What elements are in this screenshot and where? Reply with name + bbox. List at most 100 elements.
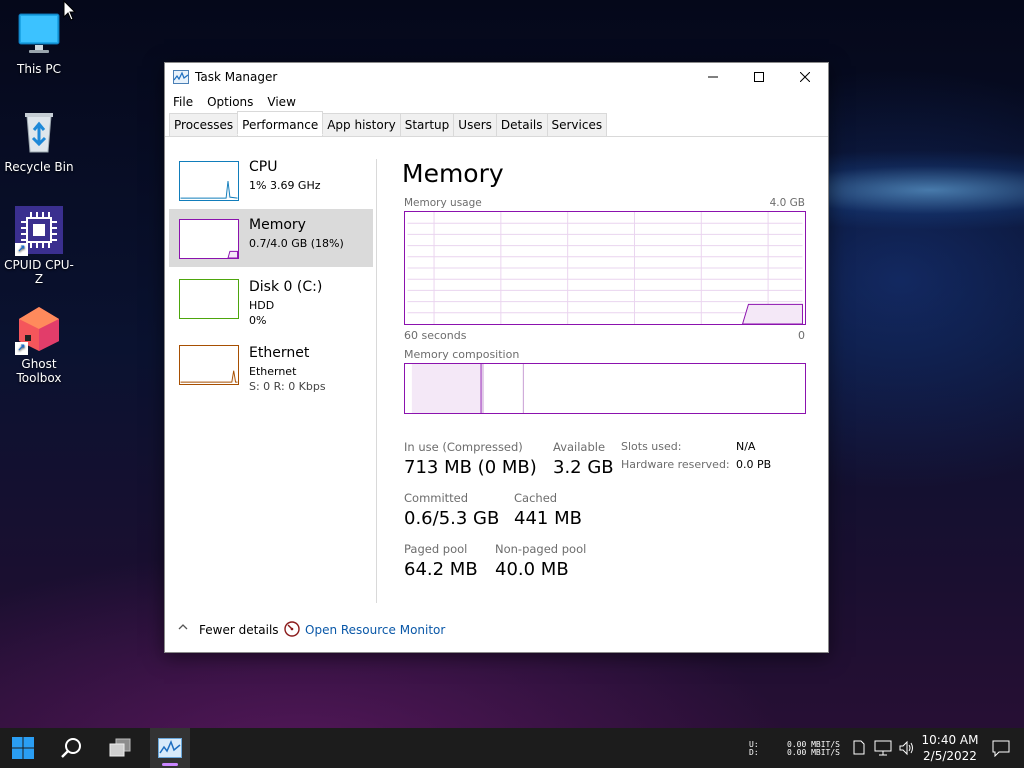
resource-monitor-icon [284, 621, 300, 637]
menu-options[interactable]: Options [207, 95, 253, 109]
paged-pool-value: 64.2 MB [404, 559, 478, 580]
sidebar-item-disk[interactable]: Disk 0 (C:) HDD 0% [169, 277, 373, 335]
graph-time-start: 60 seconds [404, 329, 467, 342]
in-use-label: In use (Compressed) [404, 440, 523, 454]
memory-usage-graph [404, 211, 806, 325]
task-manager-icon [158, 738, 182, 758]
maximize-button[interactable] [736, 63, 782, 91]
cpu-z-icon: ↗ [15, 206, 63, 256]
tab-services[interactable]: Services [546, 113, 608, 136]
recycle-bin-icon [15, 108, 63, 156]
memory-composition-label: Memory composition [404, 348, 520, 361]
maximize-icon [754, 72, 764, 82]
slots-used-value: N/A [736, 440, 756, 453]
minimize-icon [708, 76, 718, 78]
desktop-icon-label: Recycle Bin [4, 160, 74, 174]
task-view-button[interactable] [100, 728, 140, 768]
start-button[interactable] [3, 728, 43, 768]
sidebar-item-ethernet[interactable]: Ethernet Ethernet S: 0 R: 0 Kbps [169, 343, 373, 401]
graph-time-end: 0 [798, 329, 805, 342]
memory-composition-bar [404, 363, 806, 414]
sidebar-item-label: CPU [249, 159, 278, 175]
desktop-icon-this-pc[interactable]: This PC [1, 10, 77, 76]
in-use-value: 713 MB (0 MB) [404, 457, 537, 478]
disk-thumbnail-graph [179, 279, 239, 319]
paged-pool-label: Paged pool [404, 542, 468, 556]
search-button[interactable] [52, 728, 92, 768]
menu-bar: File Options View [165, 91, 828, 113]
sidebar-item-adapter: Ethernet [249, 365, 297, 378]
menu-file[interactable]: File [173, 95, 193, 109]
chevron-up-icon[interactable] [177, 621, 189, 633]
cached-label: Cached [514, 491, 558, 505]
sidebar-item-label: Ethernet [249, 345, 310, 361]
desktop-icon-label: Ghost Toolbox [16, 357, 62, 385]
desktop-icon-ghost-toolbox[interactable]: ↗ Ghost Toolbox [1, 305, 77, 385]
cpu-thumbnail-graph [179, 161, 239, 201]
page-title: Memory [402, 159, 504, 188]
minimize-button[interactable] [690, 63, 736, 91]
net-meter-labels: U: D: [749, 741, 759, 757]
fewer-details-button[interactable]: Fewer details [199, 623, 279, 637]
sd-card-icon[interactable] [853, 740, 865, 755]
close-button[interactable] [782, 63, 828, 91]
shortcut-arrow-icon: ↗ [15, 243, 28, 256]
desktop-icon-cpu-z[interactable]: ↗ CPUID CPU-Z [1, 206, 77, 286]
open-resource-monitor-link[interactable]: Open Resource Monitor [305, 623, 445, 637]
non-paged-pool-label: Non-paged pool [495, 542, 587, 556]
tab-details[interactable]: Details [495, 113, 548, 136]
slots-used-label: Slots used: [621, 440, 682, 453]
close-icon [800, 72, 810, 82]
notification-icon[interactable] [992, 740, 1010, 757]
sidebar-item-memory[interactable]: Memory 0.7/4.0 GB (18%) [169, 209, 373, 267]
memory-details-pane: Memory Memory usage 4.0 GB 60 seconds 0 … [402, 159, 807, 603]
sidebar-item-label: Memory [249, 217, 306, 233]
sidebar-item-value: 0% [249, 314, 267, 327]
available-value: 3.2 GB [553, 457, 614, 478]
system-clock[interactable]: 10:40 AM 2/5/2022 [918, 732, 982, 764]
clock-date: 2/5/2022 [923, 749, 977, 763]
clock-time: 10:40 AM [921, 733, 979, 747]
task-manager-window: Task Manager File Options View Processes… [164, 62, 829, 653]
committed-label: Committed [404, 491, 469, 505]
tab-strip: Processes Performance App history Startu… [165, 111, 828, 137]
windows-logo-icon [12, 737, 34, 759]
sidebar-item-value: 0.7/4.0 GB (18%) [249, 237, 344, 250]
volume-icon[interactable] [898, 740, 916, 756]
available-label: Available [553, 440, 606, 454]
memory-usage-label: Memory usage [404, 197, 482, 209]
menu-view[interactable]: View [267, 95, 295, 109]
sidebar-item-type: HDD [249, 299, 275, 312]
desktop-icon-recycle-bin[interactable]: Recycle Bin [1, 108, 77, 174]
taskbar: U: D: 0.00 MBIT/S 0.00 MBIT/S 10:40 AM 2… [0, 728, 1024, 768]
hardware-reserved-value: 0.0 PB [736, 458, 772, 471]
task-view-icon [109, 738, 131, 757]
desktop-icon-label: CPUID CPU-Z [4, 258, 74, 286]
net-meter-rates[interactable]: 0.00 MBIT/S 0.00 MBIT/S [787, 741, 840, 757]
committed-value: 0.6/5.3 GB [404, 508, 500, 529]
ethernet-thumbnail-graph [179, 345, 239, 385]
sidebar-item-value: S: 0 R: 0 Kbps [249, 380, 326, 393]
tab-processes[interactable]: Processes [169, 113, 239, 136]
taskbar-task-manager-button[interactable] [150, 728, 190, 768]
network-icon[interactable] [874, 740, 892, 756]
monitor-icon [15, 10, 63, 58]
window-footer: Fewer details Open Resource Monitor [165, 615, 828, 643]
window-title: Task Manager [195, 70, 278, 84]
ghost-toolbox-icon: ↗ [15, 305, 63, 355]
title-bar[interactable]: Task Manager [165, 63, 828, 91]
memory-thumbnail-graph [179, 219, 239, 259]
tab-startup[interactable]: Startup [399, 113, 455, 136]
tab-app-history[interactable]: App history [322, 113, 401, 136]
net-download-rate: 0.00 MBIT/S [787, 748, 840, 757]
shortcut-arrow-icon: ↗ [15, 342, 28, 355]
tab-users[interactable]: Users [453, 113, 497, 136]
cached-value: 441 MB [514, 508, 582, 529]
hardware-reserved-label: Hardware reserved: [621, 458, 730, 471]
sidebar-item-value: 1% 3.69 GHz [249, 179, 321, 192]
search-icon [61, 738, 81, 758]
net-download-label: D: [749, 748, 759, 757]
sidebar-item-label: Disk 0 (C:) [249, 279, 323, 295]
desktop-icon-label: This PC [17, 62, 61, 76]
tab-performance[interactable]: Performance [237, 111, 324, 135]
